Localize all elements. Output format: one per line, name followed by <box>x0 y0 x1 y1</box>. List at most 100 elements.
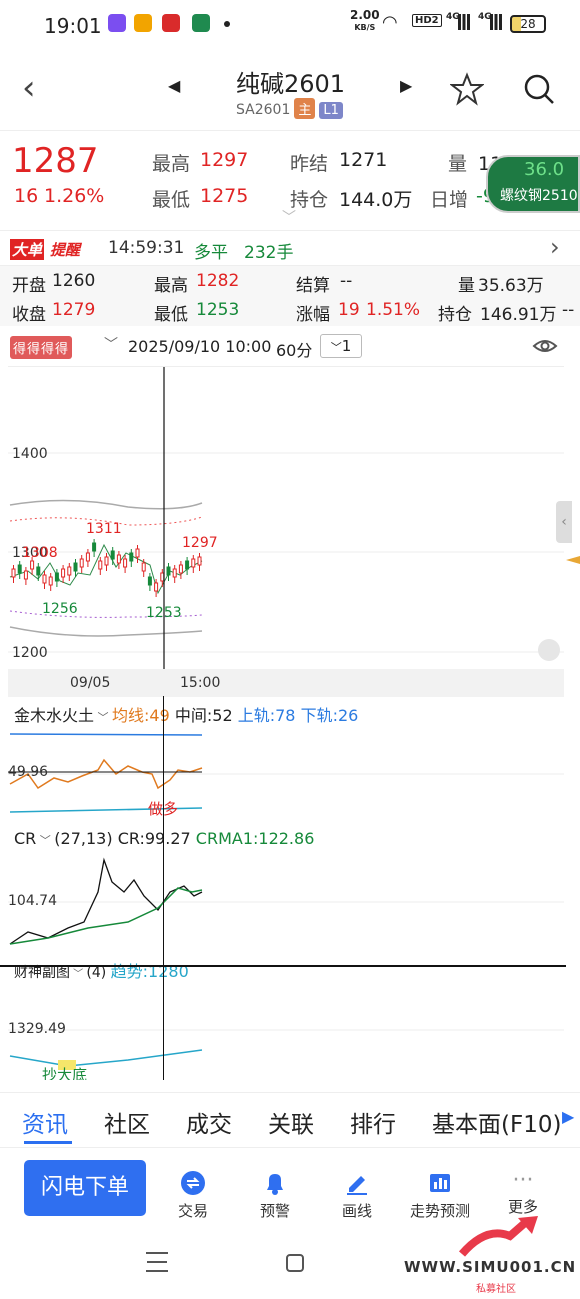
app-notification-icon <box>108 14 126 32</box>
ind2-cr: CR:99.27 <box>117 829 191 848</box>
candle-body <box>79 558 84 568</box>
nav-alert[interactable]: 预警 <box>240 1170 310 1221</box>
candle-body <box>48 576 53 586</box>
nav-alert-label: 预警 <box>259 1202 290 1220</box>
more-dot-icon <box>224 21 230 27</box>
signal-bars-icon-2 <box>490 14 502 30</box>
nav-draw[interactable]: 画线 <box>322 1170 392 1221</box>
count-select[interactable]: ﹀1 <box>320 334 362 358</box>
expand-chevron-icon[interactable]: ﹀ <box>282 207 296 227</box>
notice-time: 14:59:31 <box>108 238 185 258</box>
ind1-ma: 均线:49 <box>112 706 170 725</box>
kline-chart[interactable]: 1400 1300 1308 1200 1311 1256 1253 1297 … <box>8 366 572 697</box>
side-drawer-handle[interactable]: ‹ <box>556 501 572 543</box>
stat-low-value: 1253 <box>196 300 240 320</box>
candle-body <box>73 562 78 572</box>
nav-trade-label: 交易 <box>177 1202 208 1220</box>
chevron-right-icon[interactable]: › <box>550 233 560 261</box>
nav-more[interactable]: ··· 更多 <box>488 1170 558 1217</box>
app-game-icon <box>192 14 210 32</box>
next-contract-icon[interactable]: ▶ <box>400 76 412 95</box>
prev-contract-icon[interactable]: ◀ <box>168 76 180 95</box>
indicator3-header[interactable]: 财神副图 ﹀ (4) 趋势:1280 <box>14 958 574 982</box>
candle-body <box>11 568 16 578</box>
flash-order-button[interactable]: 闪电下单 <box>24 1160 146 1216</box>
main-tag: 主 <box>294 98 316 119</box>
ind1-value: 49.96 <box>8 764 48 780</box>
tab-community[interactable]: 社区 <box>104 1105 150 1139</box>
tab-trades[interactable]: 成交 <box>186 1105 232 1139</box>
candle-body <box>116 554 121 564</box>
big-order-badge: 大单 <box>10 239 45 260</box>
candle-body <box>135 548 140 558</box>
tab-news[interactable]: 资讯 <box>22 1105 68 1139</box>
candle-body <box>191 558 196 568</box>
watermark-logo-icon <box>458 1216 538 1257</box>
big-order-notice[interactable]: 大单 提醒 14:59:31 多平 232手 › <box>0 230 580 266</box>
candle-body <box>23 570 28 580</box>
page-title: 纯碱2601 <box>236 70 346 98</box>
trade-icon <box>181 1171 205 1195</box>
candle-body <box>98 560 103 570</box>
back-icon[interactable]: ‹ <box>22 68 36 108</box>
tabs-scroll-icon[interactable]: ▶ <box>562 1107 574 1126</box>
home-icon[interactable] <box>286 1254 304 1272</box>
candle-body <box>30 560 35 570</box>
candle-body <box>154 582 159 592</box>
tab-fundamentals[interactable]: 基本面(F10) <box>432 1105 560 1139</box>
indicator-dropdown-icon[interactable]: ﹀ <box>104 334 118 354</box>
watermark-sub: 私募社区 <box>476 1284 516 1295</box>
indicator3-chart[interactable]: 1329.49 抄大底 <box>8 980 564 1080</box>
signal-bars-icon <box>458 14 470 30</box>
nav-trade[interactable]: 交易 <box>158 1170 228 1221</box>
nav-forecast[interactable]: 走势预测 <box>404 1170 476 1221</box>
x-label-date: 09/05 <box>70 675 110 691</box>
open-label: 开盘 <box>12 276 46 296</box>
more-icon: ··· <box>512 1168 534 1193</box>
battery-icon: 28 <box>510 15 546 33</box>
wifi-icon: ◠ <box>382 12 398 33</box>
floating-quote-widget[interactable]: 36.0 螺纹钢2510 <box>486 155 580 213</box>
tab-ranking[interactable]: 排行 <box>350 1105 396 1139</box>
indicator1-header[interactable]: 金木水火土 ﹀ 均线:49 中间:52 上轨:78 下轨:26 <box>14 702 574 726</box>
ind1-upper-line <box>9 733 203 736</box>
high-label: 最高 <box>152 153 191 175</box>
bottom-tabs: 资讯 社区 成交 关联 排行 基本面(F10) ▶ <box>0 1092 580 1148</box>
tab-active-indicator <box>24 1141 72 1144</box>
ind3-signal: 抄大底 <box>42 1066 87 1080</box>
star-icon[interactable] <box>450 72 484 106</box>
settle-label: 结算 <box>296 276 330 296</box>
x-label-time: 15:00 <box>180 675 220 691</box>
fullscreen-icon[interactable] <box>538 639 560 661</box>
ind2-name: CR <box>14 829 37 848</box>
net-speed: 2.00 KB/S <box>350 8 380 32</box>
volume-label: 量 <box>448 153 468 175</box>
last-annotation: 1297 <box>182 535 218 551</box>
indicator2-chart[interactable]: 104.74 <box>8 852 564 952</box>
candle-body <box>178 564 183 574</box>
ind3-name: 财神副图 <box>14 965 70 981</box>
candle-body <box>54 572 59 582</box>
prev-settle-value: 1271 <box>339 149 388 171</box>
low-label: 最低 <box>152 189 191 211</box>
chart-period[interactable]: 60分 <box>276 337 312 361</box>
ind3-params: (4) <box>86 965 107 981</box>
indicator-select[interactable]: 得得得得 <box>10 336 73 359</box>
stat-oi-label: 持仓 <box>438 305 472 325</box>
candle-body <box>160 572 165 582</box>
search-icon[interactable] <box>522 72 556 106</box>
y-label-1200: 1200 <box>12 645 48 661</box>
price-change: 16 <box>14 185 39 207</box>
indicator2-header[interactable]: CR ﹀ (27,13) CR:99.27 CRMA1:122.86 <box>14 829 574 848</box>
tab-related[interactable]: 关联 <box>268 1105 314 1139</box>
candle-body <box>67 566 72 576</box>
notice-action: 多平 <box>194 243 228 263</box>
hd-icon: HD2 <box>412 14 442 27</box>
indicator1-chart[interactable]: 49.96 做多 <box>8 726 564 824</box>
bell-icon <box>267 1174 283 1195</box>
eye-icon[interactable] <box>532 336 558 356</box>
watermark-site: WWW.SIMU001.CN <box>404 1258 577 1276</box>
stat-high-value: 1282 <box>196 271 240 291</box>
nav-more-label: 更多 <box>507 1198 538 1216</box>
candle-body <box>36 566 41 576</box>
